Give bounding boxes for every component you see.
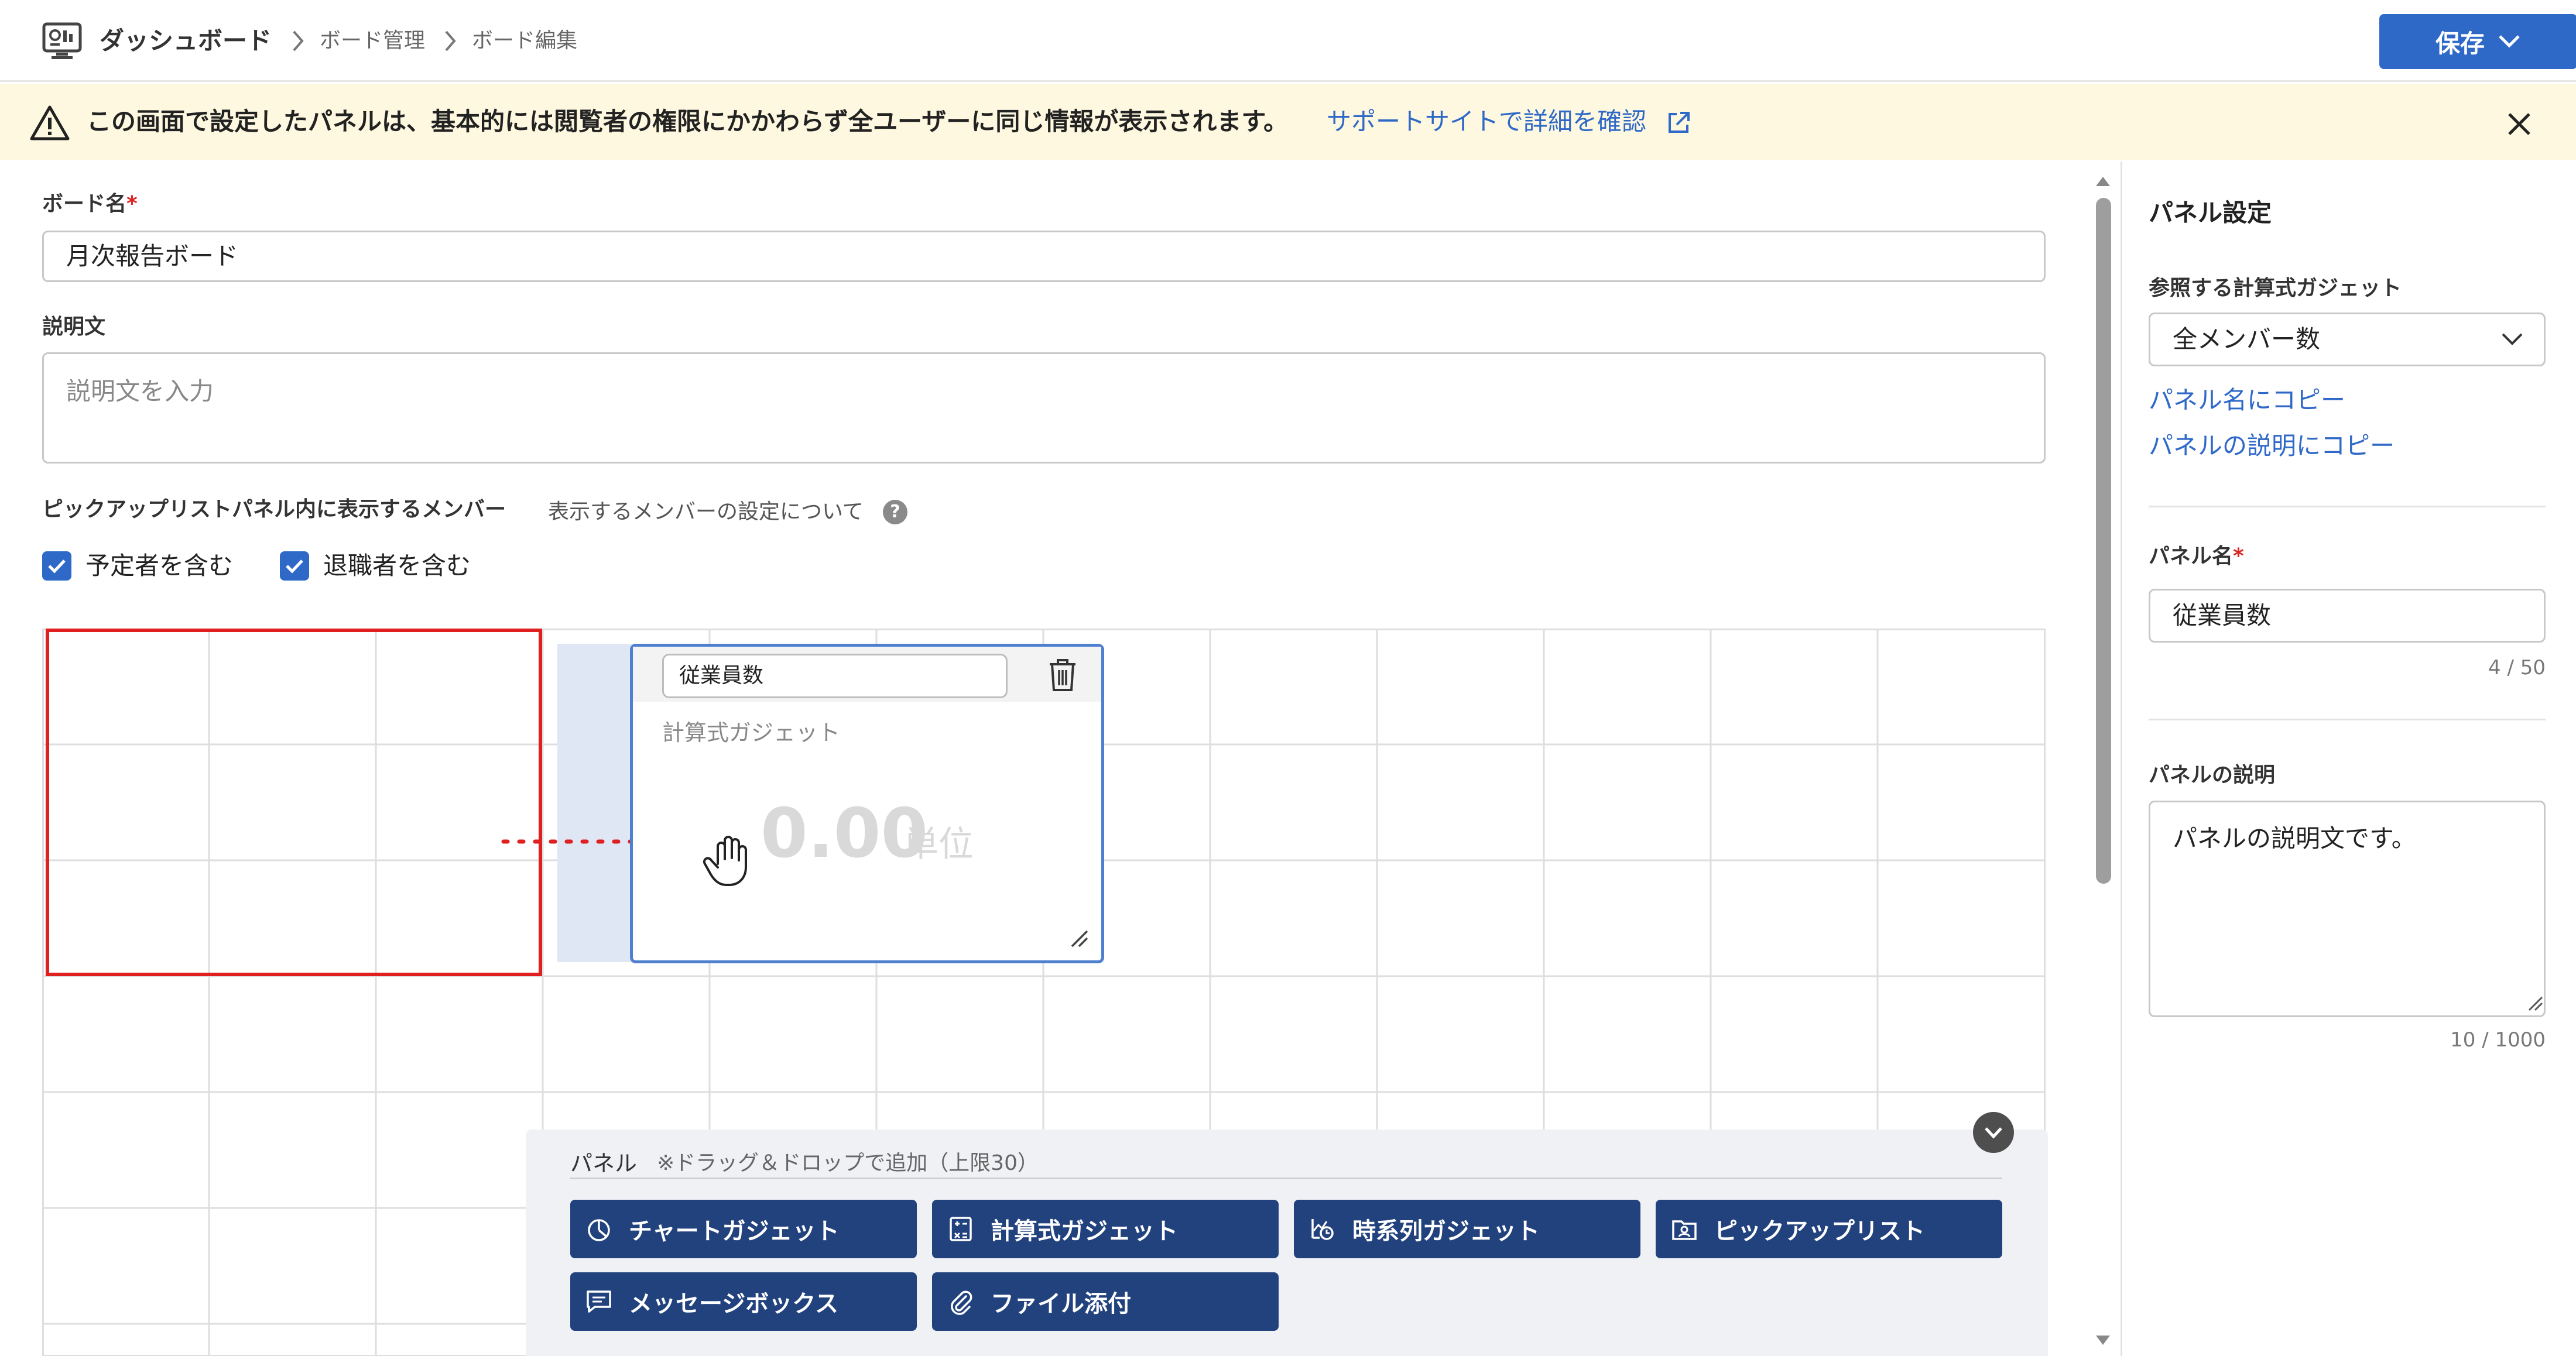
breadcrumb-board-management[interactable]: ボード管理 [320, 22, 425, 60]
close-icon[interactable] [2505, 109, 2534, 139]
breadcrumb-board-edit: ボード編集 [472, 29, 578, 53]
required-mark: * [126, 192, 138, 216]
trash-icon[interactable] [1046, 657, 1079, 692]
resize-handle-icon[interactable] [2527, 995, 2543, 1011]
include-scheduled-checkbox[interactable] [42, 551, 71, 581]
timeseries-gadget-button[interactable]: 時系列ガジェット [1294, 1200, 1640, 1258]
panel-description-textarea[interactable]: パネルの説明文です。 [2149, 801, 2546, 1017]
calculator-gadget-button[interactable]: 計算式ガジェット [932, 1200, 1279, 1258]
copy-to-description-link[interactable]: パネルの説明にコピー [2149, 428, 2395, 464]
drag-placeholder [557, 644, 642, 962]
drop-target-highlight [46, 629, 542, 976]
dashboard-icon [42, 22, 82, 59]
timeseries-icon [1311, 1219, 1334, 1240]
paperclip-icon [951, 1290, 972, 1315]
timeseries-gadget-label: 時系列ガジェット [1352, 1218, 1540, 1245]
collapse-palette-button[interactable] [1973, 1112, 2014, 1153]
divider [2149, 719, 2546, 720]
include-retired-checkbox[interactable] [280, 551, 309, 581]
file-attach-button[interactable]: ファイル添付 [932, 1272, 1279, 1331]
chart-gadget-button[interactable]: チャートガジェット [570, 1200, 917, 1258]
include-scheduled-label[interactable]: 予定者を含む [85, 551, 233, 581]
panel-name-input[interactable]: 従業員数 [2149, 589, 2546, 643]
panel-name-counter: 4 / 50 [2488, 656, 2546, 679]
page-title[interactable]: ダッシュボード [100, 22, 272, 60]
resize-handle-icon[interactable] [1068, 928, 1090, 949]
chevron-right-icon [293, 30, 304, 52]
checkmark-icon [286, 559, 303, 574]
save-button-label: 保存 [2435, 29, 2485, 58]
chart-icon [588, 1219, 610, 1241]
message-box-button[interactable]: メッセージボックス [570, 1272, 917, 1331]
gadget-ref-label: 参照する計算式ガジェット [2149, 276, 2402, 300]
palette-title: パネル [570, 1151, 638, 1176]
panel-card[interactable]: 従業員数 計算式ガジェット 0.00 単位 [630, 644, 1104, 963]
description-label: 説明文 [42, 315, 106, 339]
panel-settings-title: パネル設定 [2149, 198, 2272, 227]
board-name-input[interactable]: 月次報告ボード [42, 231, 2046, 282]
palette-note: ※ドラッグ＆ドロップで追加（上限30） [657, 1151, 1039, 1175]
divider [2149, 506, 2546, 507]
message-box-label: メッセージボックス [629, 1290, 838, 1317]
chevron-down-icon [2499, 35, 2520, 48]
panel-description-label: パネルの説明 [2149, 763, 2276, 787]
panel-card-type: 計算式ガジェット [662, 720, 841, 746]
scroll-down-arrow-icon[interactable] [2094, 1333, 2112, 1348]
support-site-link[interactable]: サポートサイトで詳細を確認 [1327, 101, 1646, 142]
chevron-right-icon [445, 30, 456, 52]
divider [570, 1178, 2002, 1179]
chart-gadget-label: チャートガジェット [629, 1218, 840, 1245]
app-header: ダッシュボード ボード管理 ボード編集 保存 [0, 0, 2576, 82]
gadget-ref-value: 全メンバー数 [2173, 325, 2321, 353]
message-icon [587, 1290, 611, 1313]
warning-message: この画面で設定したパネルは、基本的には閲覧者の権限にかかわらず全ユーザーに同じ情… [87, 107, 1289, 136]
help-icon[interactable]: ? [883, 500, 907, 524]
warning-icon [30, 105, 70, 140]
panel-card-unit: 単位 [903, 824, 974, 865]
pickup-list-button[interactable]: ピックアップリスト [1656, 1200, 2002, 1258]
external-link-icon[interactable] [1666, 111, 1691, 135]
calculator-gadget-label: 計算式ガジェット [991, 1218, 1178, 1245]
scroll-up-arrow-icon[interactable] [2094, 173, 2112, 188]
calculator-icon [950, 1217, 972, 1241]
description-textarea[interactable]: 説明文を入力 [42, 352, 2046, 464]
chevron-down-icon [1985, 1127, 2002, 1139]
grab-hand-icon [703, 836, 747, 886]
pickup-list-icon [1672, 1220, 1697, 1240]
gadget-ref-select[interactable]: 全メンバー数 [2149, 313, 2546, 366]
include-retired-label[interactable]: 退職者を含む [323, 551, 471, 581]
file-attach-label: ファイル添付 [991, 1290, 1131, 1317]
members-help-link[interactable]: 表示するメンバーの設定について [548, 497, 864, 527]
pickup-list-label: ピックアップリスト [1714, 1218, 1925, 1245]
panel-description-counter: 10 / 1000 [2450, 1028, 2546, 1052]
scrollbar-thumb[interactable] [2096, 198, 2111, 884]
required-mark: * [2233, 544, 2244, 568]
warning-banner: この画面で設定したパネルは、基本的には閲覧者の権限にかかわらず全ユーザーに同じ情… [0, 84, 2576, 160]
members-label: ピックアップリストパネル内に表示するメンバー [42, 497, 506, 521]
checkmark-icon [48, 559, 66, 574]
panel-name-label: パネル名* [2149, 544, 2244, 568]
board-name-label: ボード名* [42, 192, 138, 216]
chevron-down-icon [2502, 333, 2523, 345]
panel-card-name-input[interactable]: 従業員数 [662, 654, 1008, 698]
copy-to-name-link[interactable]: パネル名にコピー [2149, 383, 2345, 418]
save-button[interactable]: 保存 [2379, 14, 2576, 69]
